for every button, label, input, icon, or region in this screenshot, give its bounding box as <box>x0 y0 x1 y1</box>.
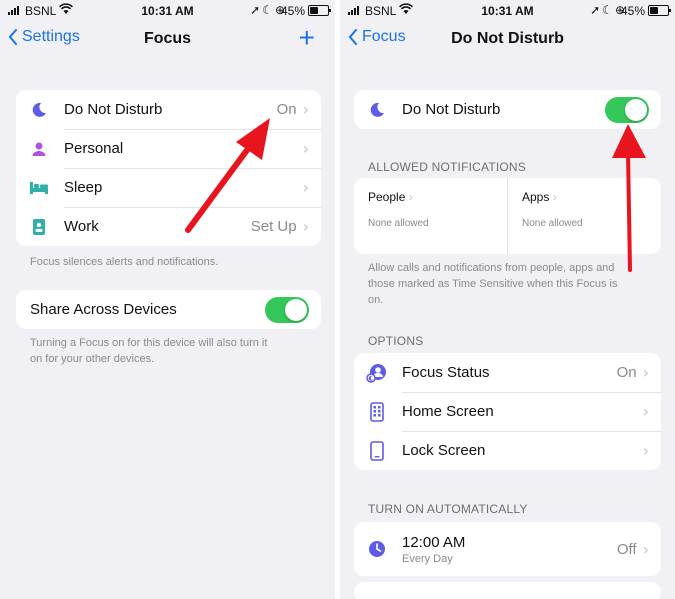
person-icon <box>28 138 50 160</box>
home-screen-icon <box>366 401 388 423</box>
clock-icon <box>366 538 388 560</box>
schedule-group: 12:00 AM Every Day Off › <box>354 522 661 576</box>
status-bar: BSNL 10:31 AM ➚☾⊕ 45% <box>340 0 675 22</box>
battery-percent: 45% <box>620 4 645 18</box>
focus-item-personal[interactable]: Personal › <box>16 129 321 168</box>
battery-icon <box>648 5 671 16</box>
schedule-row[interactable]: 12:00 AM Every Day Off › <box>354 522 661 576</box>
bed-icon <box>28 177 50 199</box>
allowed-footer-line: those marked as Time Sensitive when this… <box>368 278 618 290</box>
status-bar: BSNL 10:31 AM ➚☾⊕ 45% <box>0 0 335 22</box>
share-toggle[interactable] <box>265 296 309 323</box>
chevron-right-icon: › <box>302 217 309 236</box>
page-title: Focus <box>143 30 192 47</box>
focus-item-sleep[interactable]: Sleep › <box>16 168 321 207</box>
add-icon[interactable]: + <box>299 22 315 54</box>
moon-icon <box>366 99 388 121</box>
battery-icon <box>308 5 331 16</box>
option-home-screen[interactable]: Home Screen › <box>354 392 661 431</box>
chevron-right-icon: › <box>302 100 309 119</box>
focus-item-label: Do Not Disturb <box>64 101 163 118</box>
dnd-toggle[interactable] <box>605 96 649 123</box>
apps-cell[interactable]: Apps › None allowed <box>507 178 661 254</box>
lock-screen-icon <box>366 440 388 462</box>
chevron-right-icon: › <box>642 441 649 460</box>
chevron-right-icon: › <box>302 178 309 197</box>
focus-item-value: On <box>276 101 297 118</box>
allowed-footer-line: Allow calls and notifications from peopl… <box>368 262 615 274</box>
people-cell[interactable]: People › None allowed <box>354 178 507 254</box>
chevron-right-icon: › <box>302 139 309 158</box>
do-not-disturb-screen: BSNL 10:31 AM ➚☾⊕ 45% Focus Do Not Distu… <box>340 0 675 599</box>
battery-percent: 45% <box>280 4 305 18</box>
option-label: Focus Status <box>402 364 490 381</box>
people-title: People › <box>368 190 413 204</box>
chevron-right-icon: › <box>642 539 649 559</box>
allowed-notifications-group: People › None allowed Apps › None allowe… <box>354 178 661 254</box>
share-footer-line: Turning a Focus on for this device will … <box>30 337 268 349</box>
focus-screen: BSNL 10:31 AM ➚☾⊕ 45% Settings Focus + D… <box>0 0 335 599</box>
option-label: Home Screen <box>402 403 494 420</box>
allowed-footer-line: on. <box>368 294 384 306</box>
schedule-time: 12:00 AM <box>402 533 466 551</box>
allowed-footer: Allow calls and notifications from peopl… <box>368 260 655 308</box>
allowed-notifications-header: ALLOWED NOTIFICATIONS <box>368 160 526 174</box>
apps-title: Apps › <box>522 190 557 204</box>
auto-header: TURN ON AUTOMATICALLY <box>368 502 528 516</box>
focus-modes-list: Do Not Disturb On › Personal › Sleep › W… <box>16 90 321 246</box>
moon-icon <box>28 99 50 121</box>
options-header: OPTIONS <box>368 334 424 348</box>
option-value: On <box>616 364 637 381</box>
next-group-partial <box>354 582 661 599</box>
schedule-value: Off <box>616 540 637 558</box>
focus-item-label: Personal <box>64 140 124 157</box>
share-label: Share Across Devices <box>30 301 177 318</box>
chevron-right-icon: › <box>642 363 649 382</box>
nav-bar: Settings Focus + <box>0 22 335 58</box>
schedule-repeat: Every Day <box>402 552 453 565</box>
focus-footer: Focus silences alerts and notifications. <box>30 256 219 268</box>
focus-item-work[interactable]: Work Set Up › <box>16 207 321 246</box>
option-focus-status[interactable]: Focus Status On › <box>354 353 661 392</box>
chevron-right-icon: › <box>642 402 649 421</box>
focus-item-do-not-disturb[interactable]: Do Not Disturb On › <box>16 90 321 129</box>
focus-status-icon <box>366 362 388 384</box>
dnd-label: Do Not Disturb <box>402 101 501 118</box>
dnd-row: Do Not Disturb <box>354 90 661 129</box>
focus-item-label: Work <box>64 218 99 235</box>
share-footer-line: on for your other devices. <box>30 353 155 365</box>
share-across-devices-row: Share Across Devices <box>16 290 321 329</box>
apps-sub: None allowed <box>522 218 583 229</box>
focus-item-value: Set Up <box>250 218 297 235</box>
schedule-text: 12:00 AM Every Day <box>402 534 617 565</box>
page-title: Do Not Disturb <box>451 30 564 47</box>
focus-item-label: Sleep <box>64 179 103 196</box>
people-sub: None allowed <box>368 218 429 229</box>
share-footer: Turning a Focus on for this device will … <box>30 335 315 367</box>
badge-icon <box>28 216 50 238</box>
nav-bar: Focus Do Not Disturb <box>340 22 675 58</box>
dnd-group: Do Not Disturb <box>354 90 661 129</box>
option-lock-screen[interactable]: Lock Screen › <box>354 431 661 470</box>
options-list: Focus Status On › Home Screen › Lock Scr… <box>354 353 661 470</box>
option-label: Lock Screen <box>402 442 486 459</box>
share-group: Share Across Devices <box>16 290 321 329</box>
